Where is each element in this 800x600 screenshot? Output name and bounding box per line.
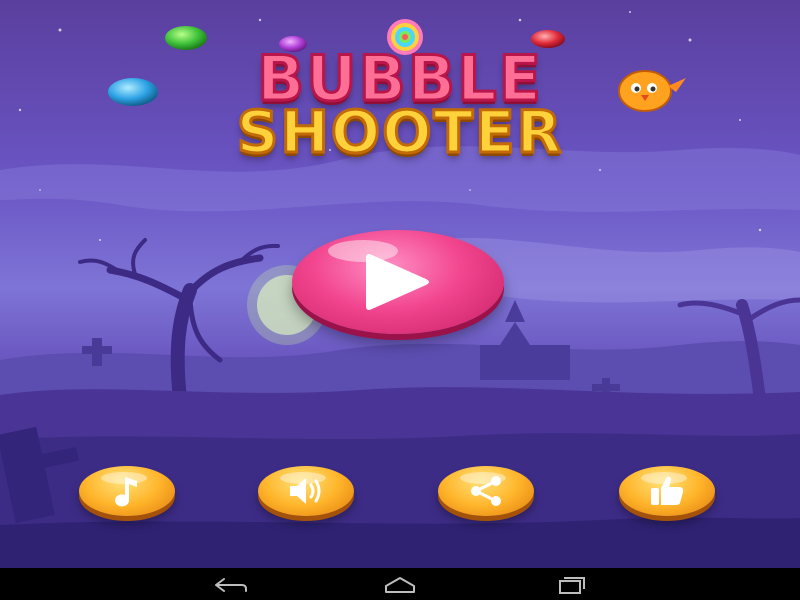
back-arrow-icon[interactable] [208, 574, 252, 596]
speaker-icon [290, 478, 321, 504]
share-button[interactable] [438, 466, 534, 516]
home-icon[interactable] [378, 574, 422, 596]
system-nav-bar [0, 568, 800, 600]
title-line-2: SHOOTER [235, 97, 564, 168]
share-icon [471, 476, 501, 506]
music-button[interactable] [79, 466, 175, 516]
play-icon [366, 254, 429, 310]
like-button[interactable] [619, 466, 715, 516]
music-note-icon [115, 477, 137, 507]
recents-icon[interactable] [548, 574, 592, 596]
game-screen: BUBBLE SHOOTER [0, 0, 800, 600]
play-button[interactable] [292, 230, 504, 334]
thumbs-up-icon [651, 476, 684, 505]
sound-button[interactable] [258, 466, 354, 516]
